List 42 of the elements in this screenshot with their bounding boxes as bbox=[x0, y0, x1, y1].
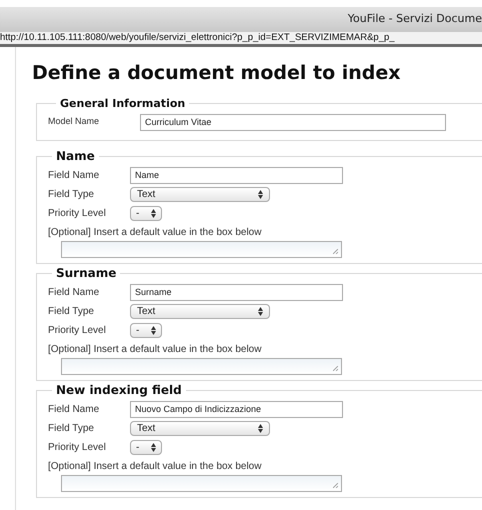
field-label: Field Name bbox=[48, 286, 100, 300]
dropdown[interactable]: Text bbox=[130, 304, 270, 319]
text-area[interactable] bbox=[61, 241, 342, 258]
dropdown[interactable]: - bbox=[130, 440, 162, 455]
section-legend: General Information bbox=[56, 96, 190, 112]
field-label: Field Type bbox=[48, 305, 95, 319]
input-field[interactable]: Surname bbox=[130, 284, 343, 300]
field-label: Priority Level bbox=[48, 441, 107, 455]
window-title: YouFile - Servizi Docume bbox=[348, 11, 482, 28]
section-legend: Name bbox=[52, 147, 99, 165]
stepper-arrows-icon bbox=[151, 209, 156, 218]
field-label: Field Type bbox=[48, 422, 95, 436]
dropdown[interactable]: - bbox=[130, 323, 162, 338]
field-label: Model Name bbox=[48, 115, 100, 128]
url-text: http://10.11.105.111:8080/web/youfile/servizi_elettronici?p_p_id=EXT_SERVIZIMEMAR&p_p_ bbox=[0, 32, 395, 44]
section-legend: New indexing field bbox=[52, 381, 186, 399]
field-label: Field Type bbox=[48, 188, 95, 202]
field-label: Priority Level bbox=[48, 324, 107, 338]
text-area[interactable] bbox=[61, 475, 342, 492]
dropdown[interactable]: Text bbox=[130, 421, 270, 436]
page-heading: Define a document model to index bbox=[32, 61, 402, 86]
input-field[interactable]: Name bbox=[130, 166, 343, 184]
hint-text: [Optional] Insert a default value in the box below bbox=[48, 343, 262, 357]
dropdown[interactable]: Text bbox=[130, 187, 270, 202]
hint-text: [Optional] Insert a default value in the box below bbox=[48, 460, 262, 474]
dropdown[interactable]: - bbox=[130, 206, 162, 221]
field-label: Field Name bbox=[48, 402, 100, 416]
section-legend: Surname bbox=[52, 264, 120, 282]
stepper-arrows-icon bbox=[258, 307, 263, 316]
input-field[interactable]: Nuovo Campo di Indicizzazione bbox=[130, 400, 343, 418]
field-label: Field Name bbox=[48, 168, 100, 182]
stepper-arrows-icon bbox=[258, 424, 263, 433]
stepper-arrows-icon bbox=[151, 443, 156, 452]
input-field[interactable]: Curriculum Vitae bbox=[140, 114, 446, 130]
resize-grip-icon bbox=[333, 366, 338, 371]
hint-text: [Optional] Insert a default value in the box below bbox=[48, 226, 262, 240]
resize-grip-icon bbox=[333, 483, 338, 488]
text-area[interactable] bbox=[61, 358, 342, 375]
stepper-arrows-icon bbox=[258, 190, 263, 199]
field-label: Priority Level bbox=[48, 207, 107, 221]
resize-grip-icon bbox=[333, 249, 338, 254]
stepper-arrows-icon bbox=[151, 326, 156, 335]
